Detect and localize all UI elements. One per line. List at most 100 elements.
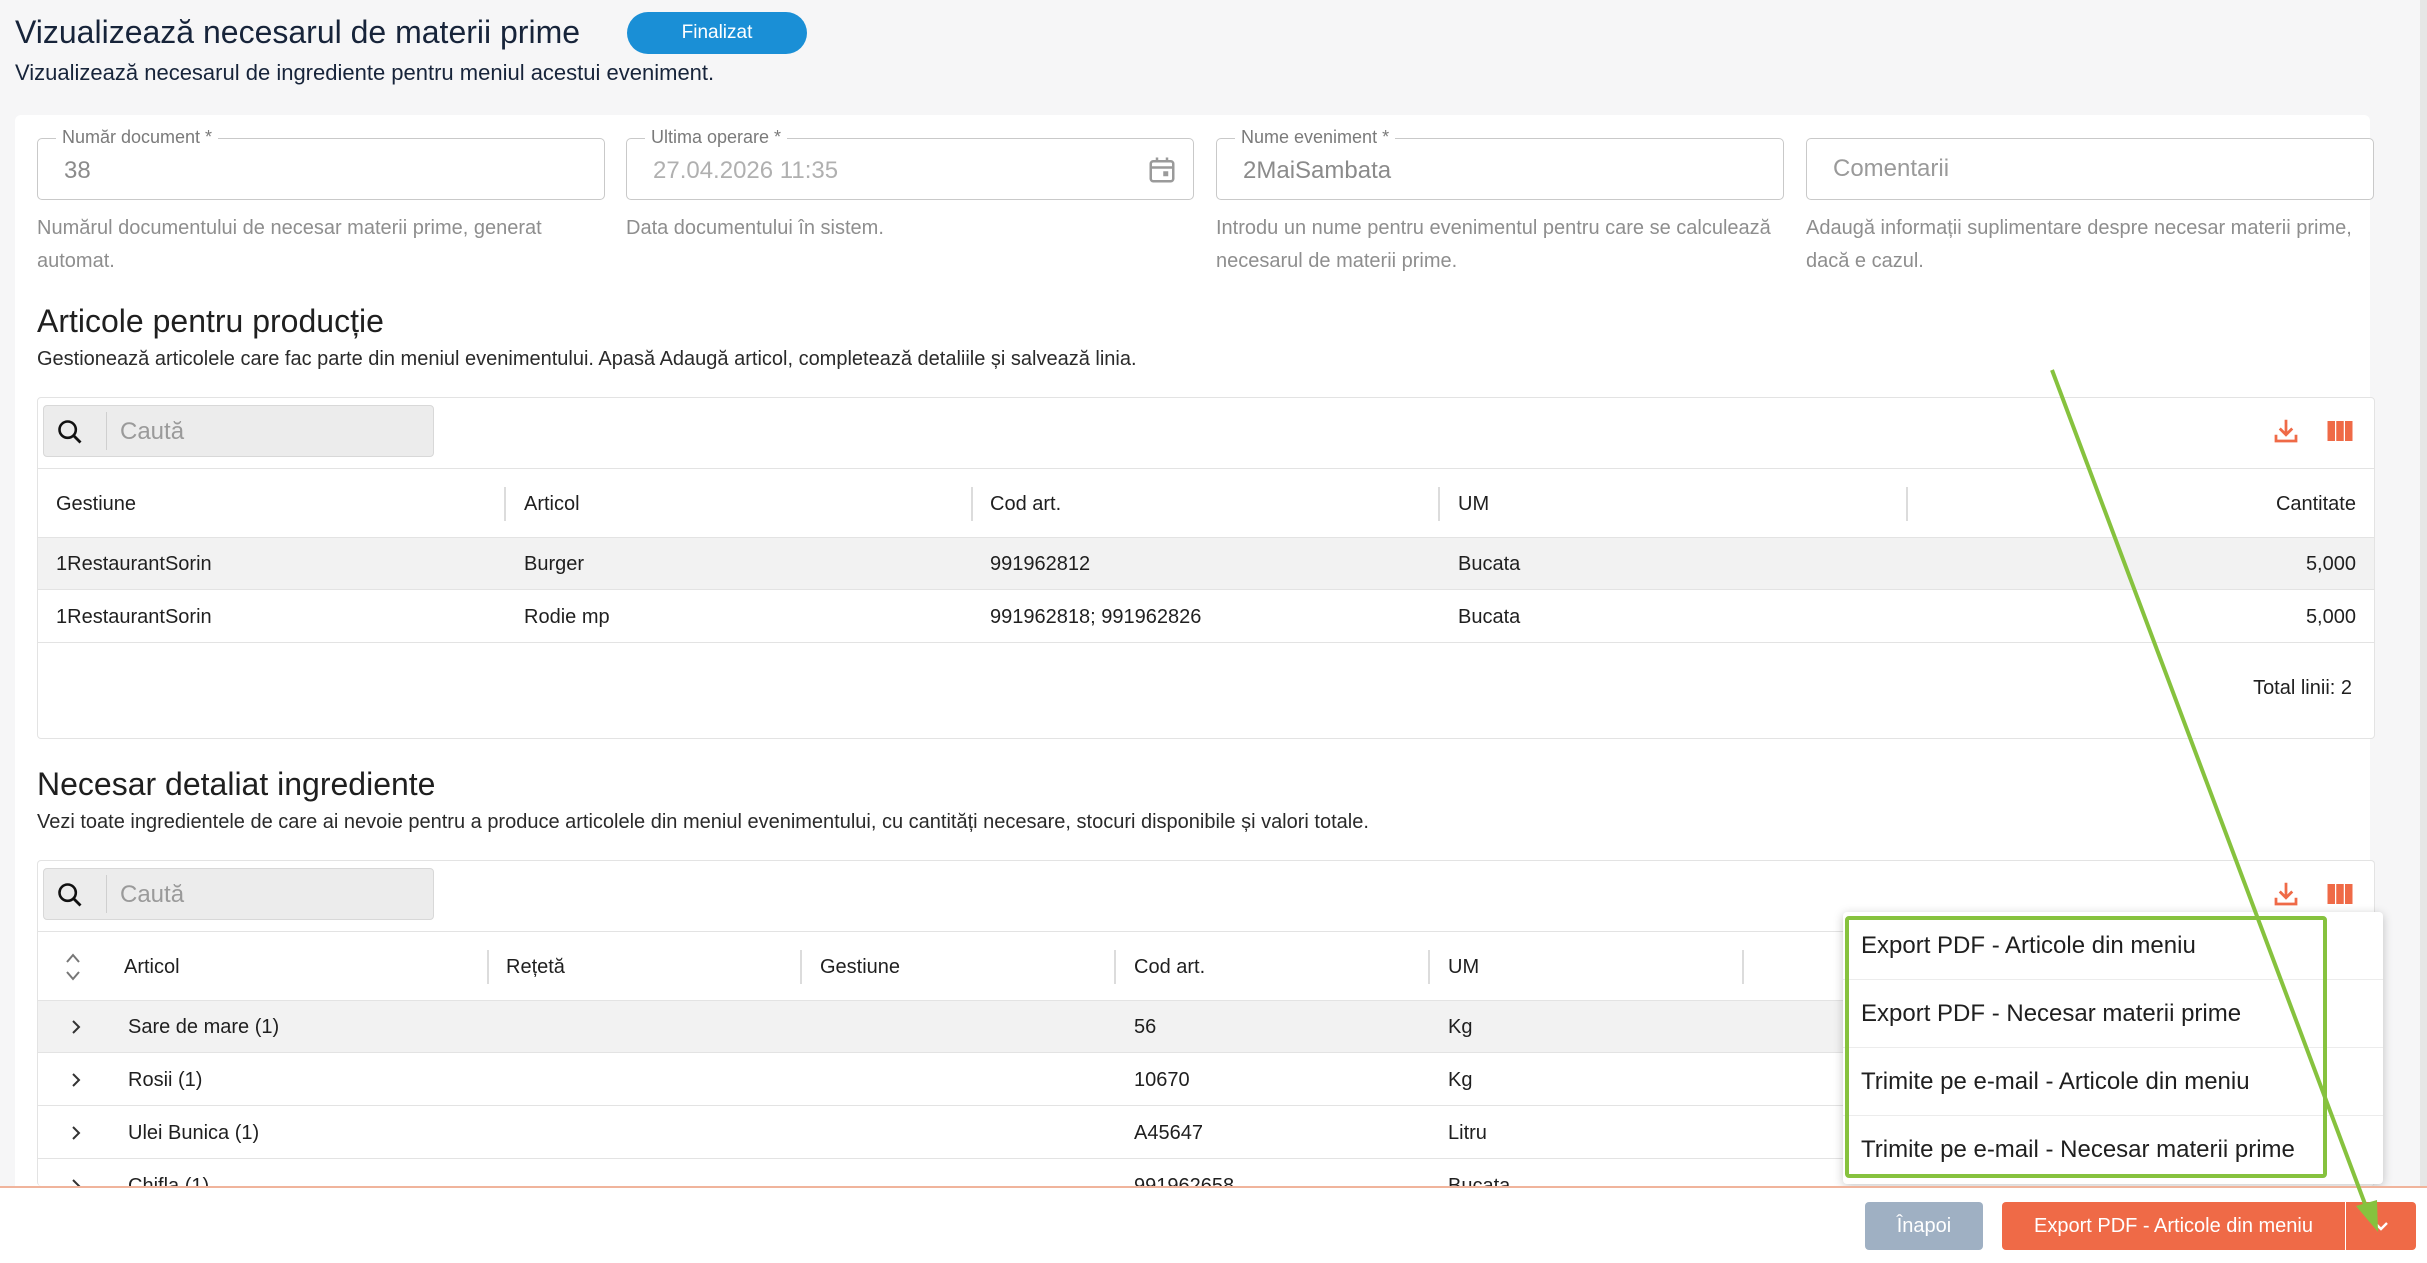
chevron-right-icon[interactable] <box>68 1123 84 1143</box>
chevron-down-icon <box>2374 1222 2388 1231</box>
menu-item-label: Trimite pe e-mail - Necesar materii prim… <box>1861 1136 2295 1163</box>
menu-item-export-pdf-materials[interactable]: Export PDF - Necesar materii prime <box>1843 980 2383 1048</box>
comments-placeholder: Comentarii <box>1833 155 1950 182</box>
export-dropdown-toggle[interactable] <box>2346 1202 2416 1250</box>
download-icon[interactable] <box>2271 879 2301 909</box>
cell: 991962818; 991962826 <box>990 606 1202 628</box>
table-row[interactable]: 1RestaurantSorin Burger 991962812 Bucata… <box>38 538 2374 590</box>
cell: 1RestaurantSorin <box>56 606 212 628</box>
column-separator <box>971 487 973 521</box>
menu-item-label: Trimite pe e-mail - Articole din meniu <box>1861 1068 2250 1095</box>
cell: 991962658 <box>1134 1175 1235 1186</box>
last-operation-value: 27.04.2026 11:35 <box>653 157 839 184</box>
cell: 1RestaurantSorin <box>56 553 212 575</box>
cell: Burger <box>524 553 585 575</box>
last-operation-field[interactable]: Ultima operare * 27.04.2026 11:35 <box>626 127 1194 200</box>
search-icon <box>58 420 82 444</box>
search-placeholder: Caută <box>120 418 185 445</box>
col-header[interactable]: Rețetă <box>506 956 565 979</box>
cell: 5,000 <box>2305 606 2356 628</box>
ingredients-subtitle: Vezi toate ingredientele de care ai nevo… <box>37 811 1369 833</box>
cell: Rodie mp <box>524 606 610 628</box>
menu-item-label: Export PDF - Necesar materii prime <box>1861 1000 2242 1027</box>
cell: Kg <box>1448 1069 1473 1091</box>
column-separator <box>504 487 506 521</box>
doc-number-label: Număr document * <box>56 127 219 148</box>
cell: 991962812 <box>990 553 1091 575</box>
page: Vizualizează necesarul de materii prime … <box>0 0 2427 1263</box>
event-name-value: 2MaiSambata <box>1243 157 1392 184</box>
cell: Bucata <box>1448 1175 1511 1186</box>
event-name-label: Nume eveniment * <box>1235 127 1396 148</box>
comments-help: Adaugă informații suplimentare despre ne… <box>1806 217 2352 272</box>
last-operation-help: Data documentului în sistem. <box>626 217 884 239</box>
cell: 5,000 <box>2305 553 2356 575</box>
event-name-field[interactable]: Nume eveniment * 2MaiSambata <box>1216 127 1784 200</box>
cell: Bucata <box>1458 553 1521 575</box>
table-row[interactable]: 1RestaurantSorin Rodie mp 991962818; 991… <box>38 591 2374 643</box>
col-header[interactable]: Cantitate <box>2276 493 2356 516</box>
column-separator <box>800 950 802 984</box>
page-title: Vizualizează necesarul de materii prime <box>15 14 581 50</box>
chevron-right-icon[interactable] <box>68 1017 84 1037</box>
search-divider <box>106 875 107 913</box>
last-operation-label: Ultima operare * <box>645 127 788 148</box>
cell: Litru <box>1448 1122 1487 1144</box>
menu-item-email-materials[interactable]: Trimite pe e-mail - Necesar materii prim… <box>1843 1116 2383 1184</box>
footer-bar: Înapoi Export PDF - Articole din meniu <box>0 1186 2427 1263</box>
production-search-input[interactable]: Caută <box>43 405 434 457</box>
search-icon <box>58 883 82 907</box>
columns-icon[interactable] <box>2325 879 2355 909</box>
export-pdf-button[interactable]: Export PDF - Articole din meniu <box>2002 1202 2345 1250</box>
cell: 56 <box>1134 1016 1157 1038</box>
comments-field[interactable]: Comentarii <box>1806 138 2374 200</box>
cell: Kg <box>1448 1016 1473 1038</box>
col-header[interactable]: UM <box>1458 493 1489 516</box>
cell: Sare de mare (1) <box>128 1016 280 1038</box>
page-scrollbar[interactable] <box>2420 0 2427 1186</box>
menu-item-export-pdf-articles[interactable]: Export PDF - Articole din meniu <box>1843 912 2383 980</box>
download-icon[interactable] <box>2271 416 2301 446</box>
production-grid: Caută Gestiune Articol Cod art. UM Canti… <box>37 397 2375 739</box>
cell: Bucata <box>1458 606 1521 628</box>
event-name-help: Introdu un nume pentru evenimentul pentr… <box>1216 217 1771 272</box>
menu-item-label: Export PDF - Articole din meniu <box>1861 932 2196 959</box>
col-header[interactable]: Cod art. <box>1134 956 1205 979</box>
col-header[interactable]: UM <box>1448 956 1479 979</box>
column-separator <box>1438 487 1440 521</box>
column-separator <box>1428 950 1430 984</box>
column-separator <box>1906 487 1908 521</box>
doc-number-field[interactable]: Număr document * 38 <box>37 127 605 200</box>
column-separator <box>1742 950 1744 984</box>
page-subtitle: Vizualizează necesarul de ingrediente pe… <box>15 60 715 85</box>
ingredients-title: Necesar detaliat ingrediente <box>37 766 436 802</box>
col-header[interactable]: Articol <box>124 956 180 979</box>
export-dropdown-menu: Export PDF - Articole din meniu Export P… <box>1843 912 2383 1184</box>
ingredients-search-input[interactable]: Caută <box>43 868 434 920</box>
production-title: Articole pentru producție <box>37 303 384 339</box>
columns-icon[interactable] <box>2325 416 2355 446</box>
back-button[interactable]: Înapoi <box>1865 1202 1983 1250</box>
col-header[interactable]: Articol <box>524 493 580 516</box>
total-lines: Total linii: 2 <box>2253 677 2352 699</box>
chevron-right-icon[interactable] <box>68 1176 84 1186</box>
col-header[interactable]: Gestiune <box>56 493 136 516</box>
calendar-icon[interactable] <box>1147 155 1177 185</box>
production-subtitle: Gestionează articolele care fac parte di… <box>37 348 1137 370</box>
sort-icon[interactable] <box>64 950 82 984</box>
cell: A45647 <box>1134 1122 1203 1144</box>
chevron-right-icon[interactable] <box>68 1070 84 1090</box>
cell: 10670 <box>1134 1069 1190 1091</box>
column-separator <box>487 950 489 984</box>
menu-item-email-articles[interactable]: Trimite pe e-mail - Articole din meniu <box>1843 1048 2383 1116</box>
cell: Chifla (1) <box>128 1175 210 1186</box>
column-separator <box>1114 950 1116 984</box>
cell: Rosii (1) <box>128 1069 203 1091</box>
col-header[interactable]: Gestiune <box>820 956 900 979</box>
production-table-header: Gestiune Articol Cod art. UM Cantitate <box>38 468 2374 538</box>
search-divider <box>106 412 107 450</box>
col-header[interactable]: Cod art. <box>990 493 1061 516</box>
search-placeholder: Caută <box>120 881 185 908</box>
doc-number-help: Numărul documentului de necesar materii … <box>37 217 542 272</box>
cell: Ulei Bunica (1) <box>128 1122 260 1144</box>
